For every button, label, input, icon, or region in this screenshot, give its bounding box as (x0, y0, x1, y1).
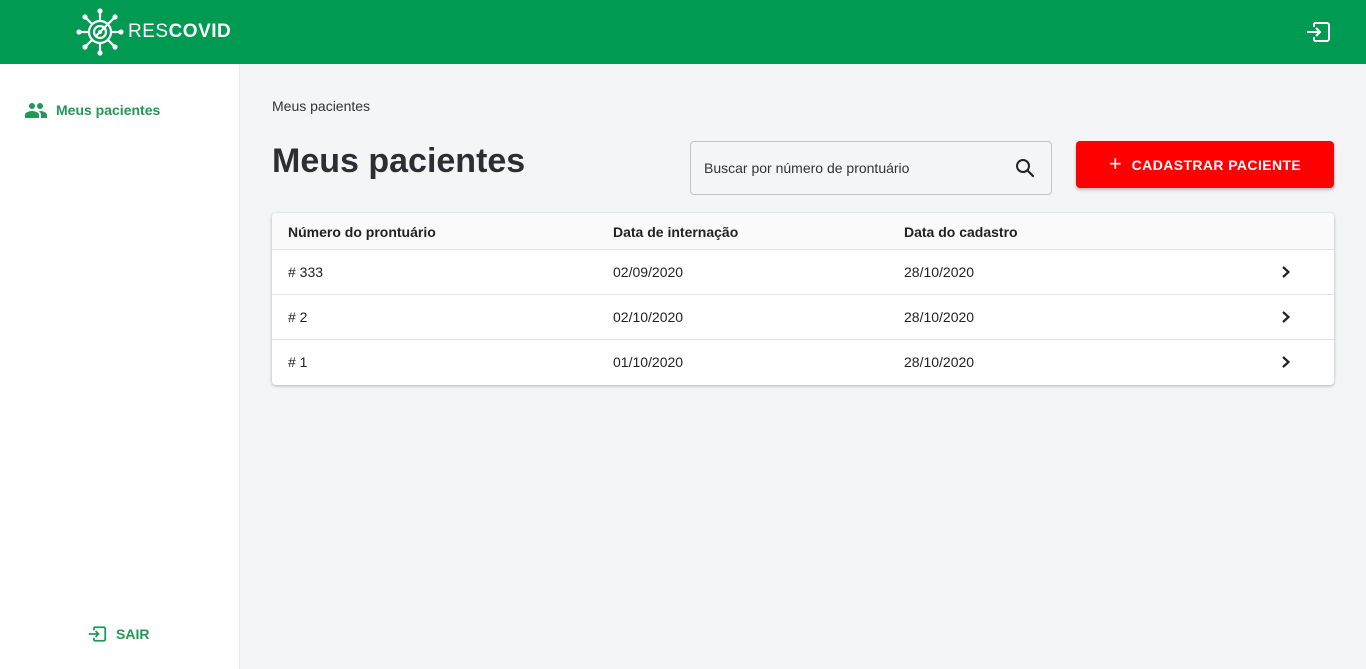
column-header-record: Número do prontuário (288, 224, 436, 240)
column-header-registered: Data do cadastro (904, 224, 1018, 240)
patients-table: Número do prontuário Data de internação … (272, 213, 1334, 385)
sidebar-item-label: Meus pacientes (56, 102, 161, 118)
breadcrumb: Meus pacientes (272, 98, 371, 114)
table-row[interactable]: # 1 01/10/2020 28/10/2020 (272, 340, 1334, 385)
cell-admission-date: 02/09/2020 (613, 264, 684, 280)
virus-logo-icon (76, 8, 124, 56)
people-icon (25, 103, 47, 118)
cell-registration-date: 28/10/2020 (904, 354, 975, 370)
app-logo[interactable]: RESCOVID (74, 6, 231, 58)
cell-record: # 2 (288, 309, 308, 325)
table-row[interactable]: # 333 02/09/2020 28/10/2020 (272, 250, 1334, 295)
chevron-right-icon[interactable] (1280, 309, 1292, 325)
table-header: Número do prontuário Data de internação … (272, 213, 1334, 250)
sidebar-item-meus-pacientes[interactable]: Meus pacientes (24, 98, 160, 122)
chevron-right-icon[interactable] (1280, 264, 1292, 280)
plus-icon: + (1108, 150, 1122, 176)
column-header-admission: Data de internação (613, 224, 739, 240)
cell-registration-date: 28/10/2020 (904, 309, 975, 325)
app-name-part1: RES (128, 21, 169, 42)
search-input[interactable] (704, 142, 1004, 194)
app-name-part2: COVID (168, 21, 232, 42)
search-button[interactable] (1015, 158, 1035, 178)
logout-icon (1307, 22, 1330, 42)
cell-registration-date: 28/10/2020 (904, 264, 975, 280)
header-logout-button[interactable] (1305, 20, 1331, 44)
search-icon (1016, 159, 1035, 178)
sidebar: Meus pacientes SAIR (0, 64, 240, 669)
table-row[interactable]: # 2 02/10/2020 28/10/2020 (272, 295, 1334, 340)
cell-admission-date: 02/10/2020 (613, 309, 684, 325)
logout-label: SAIR (116, 626, 150, 642)
top-bar: RESCOVID (0, 0, 1366, 64)
search-box (690, 141, 1052, 195)
logout-icon (88, 626, 107, 642)
app-name: RESCOVID (128, 21, 231, 43)
cell-record: # 1 (288, 354, 308, 370)
cell-admission-date: 01/10/2020 (613, 354, 684, 370)
page-title: Meus pacientes (272, 142, 526, 180)
chevron-right-icon[interactable] (1280, 354, 1292, 370)
add-patient-button[interactable]: + CADASTRAR PACIENTE (1076, 141, 1334, 188)
cell-record: # 333 (288, 264, 324, 280)
add-patient-label: CADASTRAR PACIENTE (1131, 156, 1302, 173)
logout-button[interactable]: SAIR (87, 625, 149, 643)
